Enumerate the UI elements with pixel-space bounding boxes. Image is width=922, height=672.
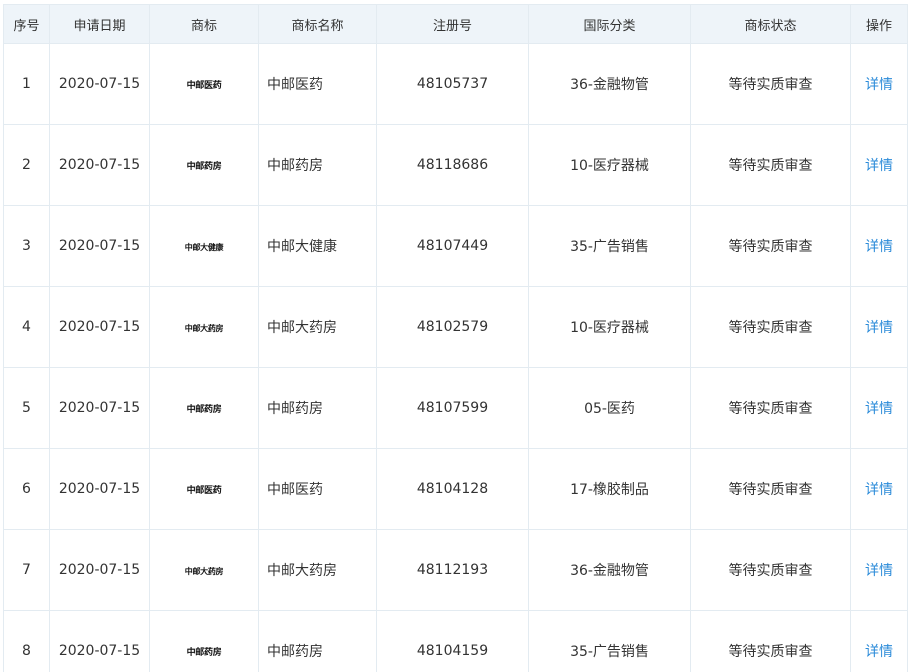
cell-logo: 中邮药房 bbox=[149, 610, 259, 672]
cell-date: 2020-07-15 bbox=[49, 124, 150, 206]
trademark-logo-image: 中邮大药房 bbox=[184, 567, 224, 576]
table-row: 1 2020-07-15 中邮医药 中邮医药 48105737 36-金融物管 … bbox=[3, 43, 908, 125]
trademark-logo-image: 中邮大药房 bbox=[184, 324, 224, 333]
detail-link[interactable]: 详情 bbox=[865, 239, 893, 255]
cell-reg-no: 48107449 bbox=[376, 205, 529, 287]
cell-status: 等待实质审查 bbox=[690, 529, 851, 611]
cell-class: 36-金融物管 bbox=[528, 43, 691, 125]
detail-link[interactable]: 详情 bbox=[865, 563, 893, 579]
cell-status: 等待实质审查 bbox=[690, 448, 851, 530]
cell-action: 详情 bbox=[850, 124, 908, 206]
cell-date: 2020-07-15 bbox=[49, 367, 150, 449]
cell-name: 中邮药房 bbox=[258, 610, 377, 672]
detail-link[interactable]: 详情 bbox=[865, 158, 893, 174]
cell-index: 2 bbox=[3, 124, 50, 206]
header-action: 操作 bbox=[850, 4, 908, 44]
trademark-list-panel: 序号 申请日期 商标 商标名称 注册号 国际分类 商标状态 操作 1 2020-… bbox=[0, 0, 922, 672]
cell-action: 详情 bbox=[850, 205, 908, 287]
cell-action: 详情 bbox=[850, 448, 908, 530]
cell-index: 1 bbox=[3, 43, 50, 125]
header-class: 国际分类 bbox=[528, 4, 691, 44]
cell-action: 详情 bbox=[850, 610, 908, 672]
cell-class: 36-金融物管 bbox=[528, 529, 691, 611]
trademark-table: 序号 申请日期 商标 商标名称 注册号 国际分类 商标状态 操作 1 2020-… bbox=[3, 4, 908, 672]
trademark-logo-image: 中邮药房 bbox=[186, 162, 222, 172]
detail-link[interactable]: 详情 bbox=[865, 482, 893, 498]
trademark-logo-image: 中邮大健康 bbox=[184, 243, 224, 252]
cell-reg-no: 48104128 bbox=[376, 448, 529, 530]
header-date: 申请日期 bbox=[49, 4, 150, 44]
table-row: 8 2020-07-15 中邮药房 中邮药房 48104159 35-广告销售 … bbox=[3, 610, 908, 672]
cell-logo: 中邮医药 bbox=[149, 43, 259, 125]
cell-reg-no: 48118686 bbox=[376, 124, 529, 206]
cell-date: 2020-07-15 bbox=[49, 529, 150, 611]
cell-date: 2020-07-15 bbox=[49, 205, 150, 287]
cell-status: 等待实质审查 bbox=[690, 124, 851, 206]
cell-reg-no: 48105737 bbox=[376, 43, 529, 125]
cell-class: 35-广告销售 bbox=[528, 205, 691, 287]
detail-link[interactable]: 详情 bbox=[865, 401, 893, 417]
table-row: 4 2020-07-15 中邮大药房 中邮大药房 48102579 10-医疗器… bbox=[3, 286, 908, 368]
cell-reg-no: 48104159 bbox=[376, 610, 529, 672]
cell-index: 5 bbox=[3, 367, 50, 449]
cell-index: 4 bbox=[3, 286, 50, 368]
cell-logo: 中邮药房 bbox=[149, 367, 259, 449]
cell-logo: 中邮大健康 bbox=[149, 205, 259, 287]
trademark-logo-image: 中邮医药 bbox=[186, 486, 222, 496]
cell-date: 2020-07-15 bbox=[49, 610, 150, 672]
header-logo: 商标 bbox=[149, 4, 259, 44]
cell-class: 10-医疗器械 bbox=[528, 124, 691, 206]
detail-link[interactable]: 详情 bbox=[865, 77, 893, 93]
cell-action: 详情 bbox=[850, 286, 908, 368]
cell-index: 7 bbox=[3, 529, 50, 611]
cell-name: 中邮药房 bbox=[258, 124, 377, 206]
cell-name: 中邮大药房 bbox=[258, 529, 377, 611]
cell-name: 中邮药房 bbox=[258, 367, 377, 449]
cell-index: 8 bbox=[3, 610, 50, 672]
cell-status: 等待实质审查 bbox=[690, 205, 851, 287]
header-name: 商标名称 bbox=[258, 4, 377, 44]
cell-status: 等待实质审查 bbox=[690, 610, 851, 672]
cell-date: 2020-07-15 bbox=[49, 286, 150, 368]
cell-class: 10-医疗器械 bbox=[528, 286, 691, 368]
table-row: 6 2020-07-15 中邮医药 中邮医药 48104128 17-橡胶制品 … bbox=[3, 448, 908, 530]
cell-class: 17-橡胶制品 bbox=[528, 448, 691, 530]
cell-date: 2020-07-15 bbox=[49, 448, 150, 530]
cell-action: 详情 bbox=[850, 367, 908, 449]
trademark-logo-image: 中邮药房 bbox=[186, 405, 222, 415]
cell-status: 等待实质审查 bbox=[690, 367, 851, 449]
trademark-logo-image: 中邮药房 bbox=[186, 648, 222, 658]
cell-class: 05-医药 bbox=[528, 367, 691, 449]
cell-action: 详情 bbox=[850, 43, 908, 125]
cell-reg-no: 48102579 bbox=[376, 286, 529, 368]
cell-name: 中邮医药 bbox=[258, 448, 377, 530]
table-row: 5 2020-07-15 中邮药房 中邮药房 48107599 05-医药 等待… bbox=[3, 367, 908, 449]
cell-name: 中邮大药房 bbox=[258, 286, 377, 368]
cell-logo: 中邮药房 bbox=[149, 124, 259, 206]
cell-index: 3 bbox=[3, 205, 50, 287]
table-row: 2 2020-07-15 中邮药房 中邮药房 48118686 10-医疗器械 … bbox=[3, 124, 908, 206]
cell-name: 中邮医药 bbox=[258, 43, 377, 125]
trademark-logo-image: 中邮医药 bbox=[186, 81, 222, 91]
cell-reg-no: 48107599 bbox=[376, 367, 529, 449]
cell-name: 中邮大健康 bbox=[258, 205, 377, 287]
cell-reg-no: 48112193 bbox=[376, 529, 529, 611]
cell-class: 35-广告销售 bbox=[528, 610, 691, 672]
header-status: 商标状态 bbox=[690, 4, 851, 44]
cell-index: 6 bbox=[3, 448, 50, 530]
cell-action: 详情 bbox=[850, 529, 908, 611]
table-row: 7 2020-07-15 中邮大药房 中邮大药房 48112193 36-金融物… bbox=[3, 529, 908, 611]
cell-logo: 中邮大药房 bbox=[149, 286, 259, 368]
cell-logo: 中邮大药房 bbox=[149, 529, 259, 611]
detail-link[interactable]: 详情 bbox=[865, 644, 893, 660]
cell-status: 等待实质审查 bbox=[690, 43, 851, 125]
header-reg-no: 注册号 bbox=[376, 4, 529, 44]
cell-status: 等待实质审查 bbox=[690, 286, 851, 368]
detail-link[interactable]: 详情 bbox=[865, 320, 893, 336]
table-row: 3 2020-07-15 中邮大健康 中邮大健康 48107449 35-广告销… bbox=[3, 205, 908, 287]
header-index: 序号 bbox=[3, 4, 50, 44]
cell-date: 2020-07-15 bbox=[49, 43, 150, 125]
cell-logo: 中邮医药 bbox=[149, 448, 259, 530]
table-header-row: 序号 申请日期 商标 商标名称 注册号 国际分类 商标状态 操作 bbox=[3, 4, 908, 44]
